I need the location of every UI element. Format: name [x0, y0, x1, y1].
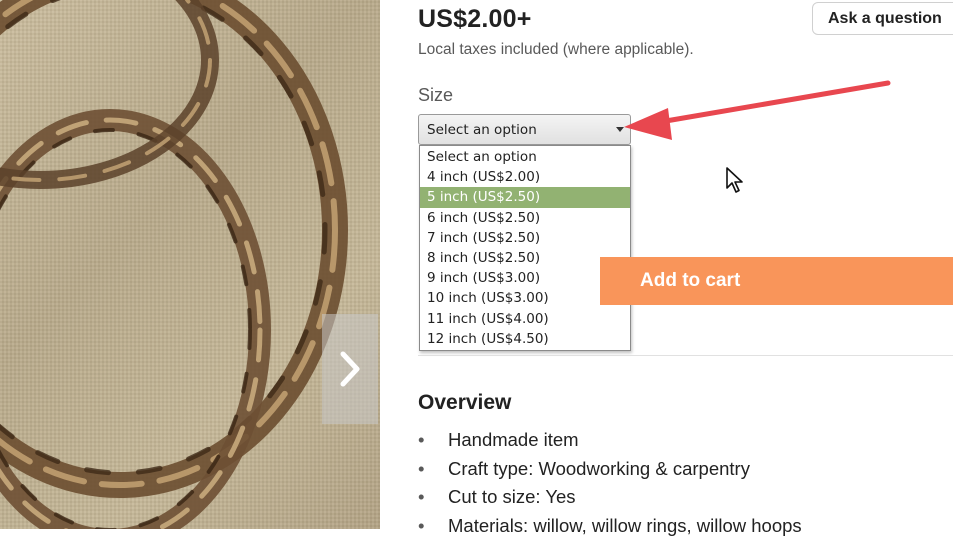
size-option[interactable]: 9 inch (US$3.00): [420, 268, 630, 288]
size-option[interactable]: Select an option: [420, 147, 630, 167]
size-option[interactable]: 7 inch (US$2.50): [420, 228, 630, 248]
bullet-icon: •: [418, 426, 448, 455]
overview-item-text: Handmade item: [448, 429, 579, 450]
overview-item-text: Cut to size: Yes: [448, 486, 576, 507]
overview-item: •Craft type: Woodworking & carpentry: [418, 455, 802, 484]
carousel-next-button[interactable]: [322, 314, 378, 424]
overview-item: •Cut to size: Yes: [418, 483, 802, 512]
tax-note: Local taxes included (where applicable).: [418, 41, 694, 59]
size-option-highlighted[interactable]: 5 inch (US$2.50): [420, 187, 630, 207]
bullet-icon: •: [418, 512, 448, 540]
overview-list: •Handmade item •Craft type: Woodworking …: [418, 426, 802, 540]
size-select-value: Select an option: [427, 122, 537, 138]
product-price: US$2.00+: [418, 5, 532, 34]
chevron-right-icon: [338, 349, 362, 389]
size-option[interactable]: 11 inch (US$4.00): [420, 309, 630, 329]
size-option[interactable]: 12 inch (US$4.50): [420, 329, 630, 349]
add-to-cart-button[interactable]: Add to cart: [600, 257, 953, 305]
overview-title: Overview: [418, 391, 511, 415]
product-photo: [0, 0, 380, 529]
size-option[interactable]: 8 inch (US$2.50): [420, 248, 630, 268]
overview-item: •Materials: willow, willow rings, willow…: [418, 512, 802, 540]
size-option[interactable]: 4 inch (US$2.00): [420, 167, 630, 187]
mouse-pointer-icon: [725, 166, 747, 196]
overview-item: •Handmade item: [418, 426, 802, 455]
dropdown-arrow-icon: [616, 127, 624, 132]
overview-item-text: Craft type: Woodworking & carpentry: [448, 458, 750, 479]
size-option[interactable]: 10 inch (US$3.00): [420, 288, 630, 308]
overview-item-text: Materials: willow, willow rings, willow …: [448, 515, 802, 536]
size-option[interactable]: 6 inch (US$2.50): [420, 208, 630, 228]
ask-question-button[interactable]: Ask a question: [812, 2, 953, 35]
size-label: Size: [418, 85, 453, 106]
bullet-icon: •: [418, 483, 448, 512]
bullet-icon: •: [418, 455, 448, 484]
willow-rings-image: [0, 0, 380, 529]
size-options-list[interactable]: Select an option 4 inch (US$2.00) 5 inch…: [419, 145, 631, 351]
size-select[interactable]: Select an option: [418, 114, 631, 145]
section-divider: [418, 355, 953, 356]
